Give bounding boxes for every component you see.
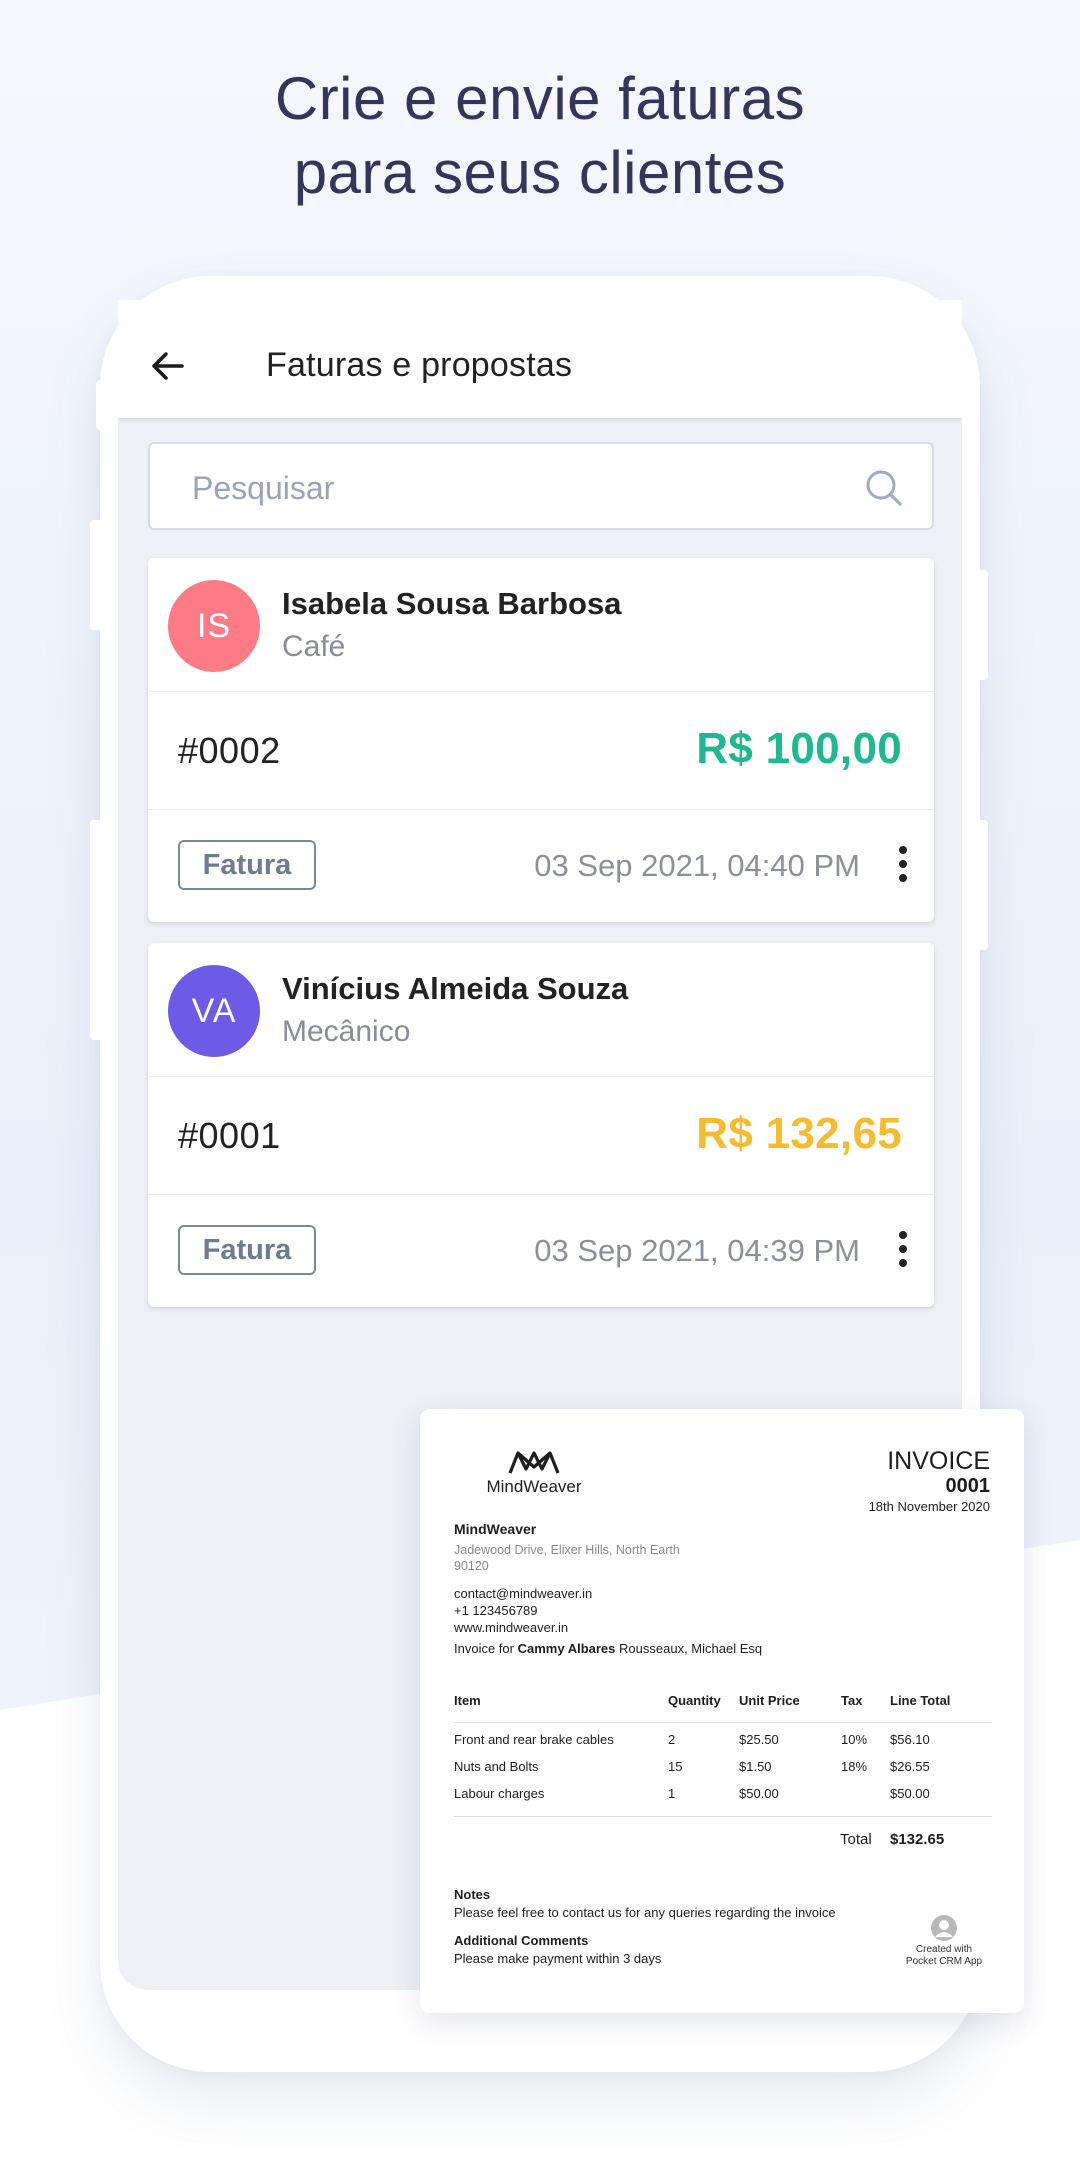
app-bar: Faturas e propostas [118,300,962,418]
invoice-type-badge: Fatura [178,1225,316,1275]
invoice-for-prefix: Invoice for [454,1641,514,1656]
company-email: contact@mindweaver.in [454,1586,593,1601]
total-value: $132.65 [890,1831,945,1848]
company-name: MindWeaver [454,1521,537,1537]
company-contact: contact@mindweaver.in +1 123456789 www.m… [454,1585,592,1636]
column-header: Quantity [668,1693,721,1708]
invoice-number: #0002 [178,730,281,771]
cell-line-total: $50.00 [890,1786,930,1801]
company-website: www.mindweaver.in [454,1620,569,1635]
table-row: Labour charges 1 $50.00 $50.00 [454,1786,992,1813]
column-header: Tax [841,1693,863,1708]
invoice-card-header: VA Vinícius Almeida Souza Mecânico [148,943,934,1077]
created-with-line-2: Pocket CRM App [905,1956,983,1967]
phone-side-button [90,820,102,1040]
logo-text: MindWeaver [486,1477,582,1496]
avatar: IS [168,580,260,672]
client-name: Vinícius Almeida Souza [282,971,629,1006]
invoice-card-body: #0001 R$ 132,65 [148,1077,934,1195]
created-with-badge: Created with Pocket CRM App [898,1914,990,1968]
cell-unit-price: $1.50 [739,1759,772,1774]
client-name: Isabela Sousa Barbosa [282,586,622,621]
invoice-heading: INVOICE [887,1447,990,1475]
cell-quantity: 15 [668,1759,683,1774]
cell-line-total: $56.10 [890,1732,930,1747]
comments-heading: Additional Comments [454,1933,589,1948]
column-header: Item [454,1693,481,1708]
comments-text: Please make payment within 3 days [454,1951,662,1966]
table-row: Nuts and Bolts 15 $1.50 18% $26.55 [454,1759,992,1786]
invoice-items-table: Item Quantity Unit Price Tax Line Total … [454,1693,992,1813]
search-placeholder: Pesquisar [192,470,335,506]
cell-tax: 10% [841,1732,868,1747]
headline-line-2: para seus clientes [293,139,787,206]
cell-tax: 18% [841,1759,868,1774]
invoice-amount: R$ 132,65 [696,1109,902,1158]
column-header: Line Total [890,1693,951,1708]
company-logo: MindWeaver [474,1449,594,1497]
invoice-card-footer: Fatura 03 Sep 2021, 04:39 PM [148,1195,934,1307]
avatar: VA [168,965,260,1057]
invoice-amount: R$ 100,00 [696,724,902,773]
search-input[interactable]: Pesquisar [148,442,934,530]
invoice-for-rest: Rousseaux, Michael Esq [619,1641,763,1656]
pocket-crm-logo-icon [931,1915,957,1941]
invoice-card-header: IS Isabela Sousa Barbosa Café [148,558,934,692]
cell-quantity: 1 [668,1786,676,1801]
mindweaver-logo-icon [508,1451,560,1474]
invoice-card-body: #0002 R$ 100,00 [148,692,934,810]
table-row: Front and rear brake cables 2 $25.50 10%… [454,1732,992,1759]
company-phone: +1 123456789 [454,1603,538,1618]
invoice-for-name: Cammy Albares [517,1641,616,1656]
phone-side-button [976,820,988,950]
more-vert-icon[interactable] [898,1231,908,1271]
company-address: Jadewood Drive, Elixer Hills, North Eart… [454,1543,680,1573]
table-header: Item Quantity Unit Price Tax Line Total [454,1693,992,1723]
total-label: Total [840,1831,872,1848]
cell-item: Nuts and Bolts [454,1759,539,1774]
cell-item: Front and rear brake cables [454,1732,614,1747]
created-with-line-1: Created with [915,1944,973,1955]
client-category: Café [282,630,346,663]
headline: Crie e envie faturas para seus clientes [0,62,1080,210]
client-category: Mecânico [282,1015,411,1048]
arrow-left-icon[interactable] [148,346,188,386]
phone-side-button [96,380,106,430]
search-icon[interactable] [864,468,904,508]
notes-heading: Notes [454,1887,491,1902]
divider [454,1816,992,1817]
invoice-doc-number: 0001 [945,1475,991,1497]
invoice-date: 03 Sep 2021, 04:39 PM [534,1233,860,1268]
cell-unit-price: $25.50 [739,1732,779,1747]
invoice-card-footer: Fatura 03 Sep 2021, 04:40 PM [148,810,934,922]
invoice-date: 03 Sep 2021, 04:40 PM [534,848,860,883]
page-title: Faturas e propostas [266,346,573,384]
headline-line-1: Crie e envie faturas [274,65,806,132]
invoice-card[interactable]: IS Isabela Sousa Barbosa Café #0002 R$ 1… [148,558,934,922]
cell-line-total: $26.55 [890,1759,930,1774]
cell-quantity: 2 [668,1732,676,1747]
invoice-type-badge: Fatura [178,840,316,890]
phone-side-button [90,520,102,630]
invoice-card[interactable]: VA Vinícius Almeida Souza Mecânico #0001… [148,943,934,1307]
phone-side-button [976,570,988,680]
cell-item: Labour charges [454,1786,545,1801]
column-header: Unit Price [739,1693,800,1708]
invoice-number: #0001 [178,1115,281,1156]
notes-text: Please feel free to contact us for any q… [454,1905,836,1920]
more-vert-icon[interactable] [898,846,908,886]
invoice-document: MindWeaver INVOICE 0001 18th November 20… [420,1409,1024,2013]
invoice-doc-date: 18th November 2020 [868,1499,990,1514]
cell-unit-price: $50.00 [739,1786,779,1801]
invoice-recipient: Invoice for Cammy Albares Rousseaux, Mic… [454,1641,762,1656]
